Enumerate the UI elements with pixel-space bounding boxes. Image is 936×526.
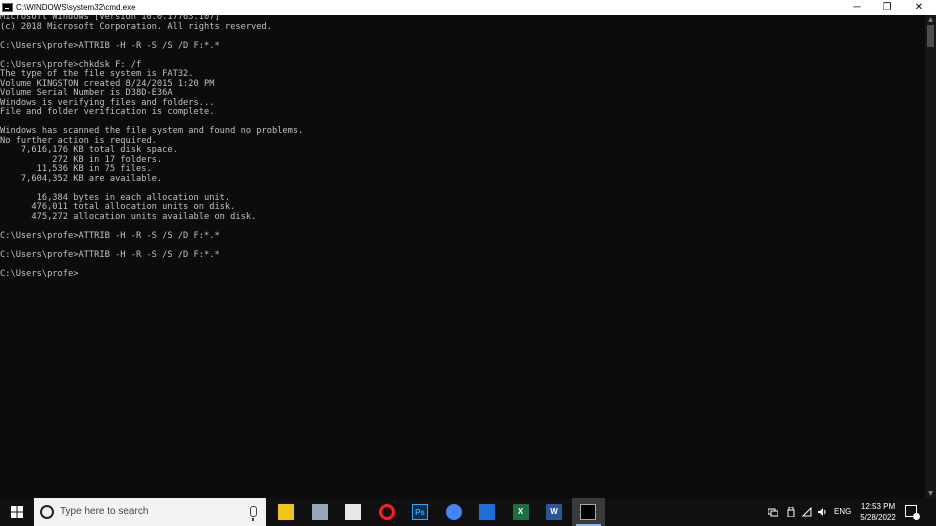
windows-logo-icon: [11, 506, 23, 518]
chrome-icon: [445, 504, 462, 520]
taskbar-search-box[interactable]: Type here to search: [34, 498, 266, 526]
wifi-icon[interactable]: [802, 507, 812, 517]
console-line: C:\Users\profe>ATTRIB -H -R -S /S /D F:*…: [0, 230, 220, 241]
network-devices-icon[interactable]: [768, 507, 778, 517]
volume-icon[interactable]: [817, 507, 827, 517]
taskbar-app-opera[interactable]: [371, 498, 404, 526]
photoshop-icon: Ps: [412, 504, 428, 520]
scroll-up-icon[interactable]: ▲: [925, 15, 936, 24]
scroll-down-icon[interactable]: ▼: [925, 489, 936, 498]
close-button[interactable]: ✕: [902, 0, 936, 15]
console-text[interactable]: Microsoft Windows [Version 10.0.17763.10…: [0, 15, 925, 279]
minimize-button[interactable]: ─: [840, 0, 874, 15]
excel-icon: X: [512, 504, 529, 520]
clock[interactable]: 12:53 PM 5/28/2022: [852, 501, 904, 523]
search-placeholder[interactable]: Type here to search: [60, 498, 148, 526]
console-line: C:\Users\profe>: [0, 268, 79, 279]
language-indicator[interactable]: ENG: [834, 498, 851, 526]
console-output[interactable]: Microsoft Windows [Version 10.0.17763.10…: [0, 15, 925, 498]
console-line: File and folder verification is complete…: [0, 107, 215, 117]
taskbar-app-photoshop[interactable]: Ps: [404, 498, 437, 526]
clock-date: 5/28/2022: [860, 513, 896, 522]
taskbar-app-printer-app[interactable]: [304, 498, 337, 526]
console-line: (c) 2018 Microsoft Corporation. All righ…: [0, 21, 272, 32]
paint-app-icon: [345, 504, 361, 520]
cortana-icon[interactable]: [40, 505, 54, 519]
scrollbar-thumb[interactable]: [927, 25, 934, 47]
word-icon: W: [546, 504, 562, 520]
taskbar: Type here to search Ps X W ENG 12:53 PM 5/…: [0, 498, 936, 526]
taskbar-app-window-app[interactable]: [471, 498, 504, 526]
window-app-icon: [479, 504, 495, 520]
console-line: C:\Users\profe>ATTRIB -H -R -S /S /D F:*…: [0, 249, 220, 260]
taskbar-app-chrome[interactable]: [438, 498, 471, 526]
console-line: C:\Users\profe>ATTRIB -H -R -S /S /D F:*…: [0, 40, 220, 51]
vertical-scrollbar[interactable]: ▲ ▼: [925, 15, 936, 498]
printer-app-icon: [311, 504, 328, 520]
opera-icon: [378, 504, 395, 520]
console-line: 475,272 allocation units available on di…: [0, 211, 257, 222]
taskbar-app-paint-app[interactable]: [337, 498, 370, 526]
microphone-icon[interactable]: [250, 506, 257, 521]
clock-time: 12:53 PM: [860, 502, 896, 511]
taskbar-app-file-explorer[interactable]: [270, 498, 303, 526]
action-center-icon[interactable]: [905, 505, 920, 520]
start-button[interactable]: [0, 498, 34, 526]
window-title: C:\WINDOWS\system32\cmd.exe: [16, 3, 136, 12]
usb-drive-icon[interactable]: [786, 507, 796, 517]
cmd-window-icon[interactable]: [2, 3, 13, 12]
taskbar-app-cmd[interactable]: [571, 498, 605, 526]
title-bar[interactable]: C:\WINDOWS\system32\cmd.exe ─ ❐ ✕: [0, 0, 936, 15]
cmd-icon: [579, 504, 596, 520]
console-line: 7,604,352 KB are available.: [0, 173, 163, 184]
taskbar-app-word[interactable]: W: [538, 498, 571, 526]
taskbar-app-excel[interactable]: X: [505, 498, 538, 526]
restore-button[interactable]: ❐: [870, 0, 904, 15]
file-explorer-icon: [278, 504, 294, 520]
